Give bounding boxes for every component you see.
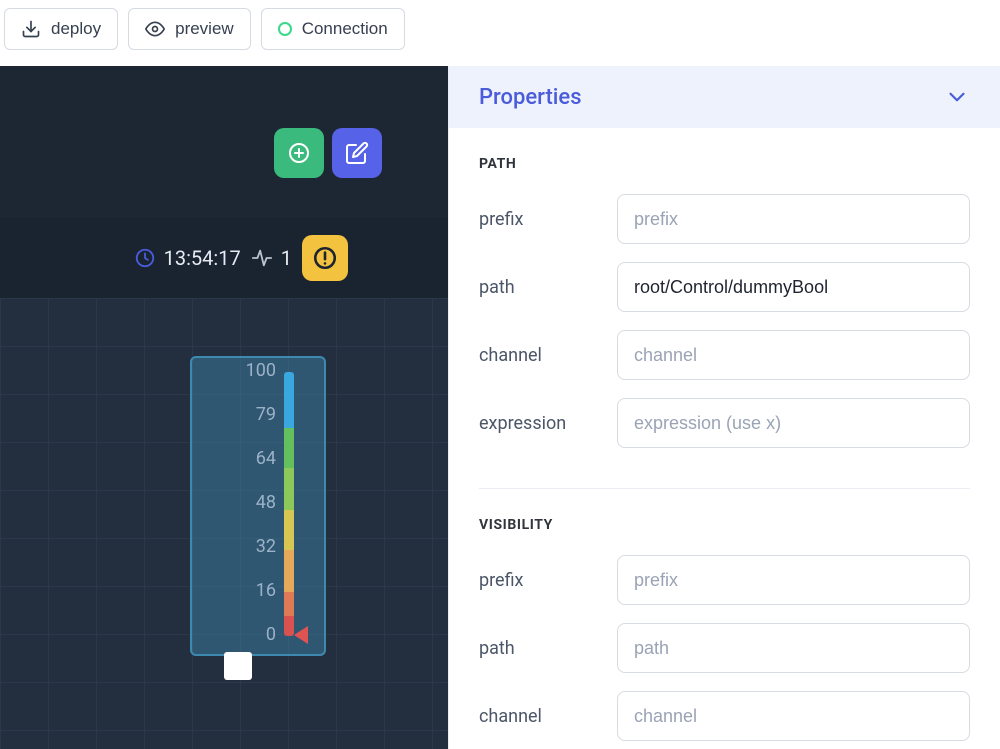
- warning-button[interactable]: [302, 235, 348, 281]
- edit-button[interactable]: [332, 128, 382, 178]
- clock-icon: [134, 247, 156, 269]
- section-visibility: VISIBILITY prefix path channel expressio…: [479, 488, 970, 749]
- gauge-segment: [284, 616, 294, 636]
- path-channel-label: channel: [479, 345, 599, 366]
- canvas-area: 13:54:17 1 100 79 64 48 32 16 0: [0, 66, 448, 749]
- section-visibility-title: VISIBILITY: [479, 517, 970, 533]
- path-prefix-label: prefix: [479, 209, 599, 230]
- properties-panel: Properties PATH prefix path channel: [448, 66, 1000, 749]
- status-bar: 13:54:17 1: [0, 218, 448, 298]
- gauge-segment: [284, 592, 294, 616]
- pulse-count: 1: [281, 246, 292, 270]
- properties-panel-header[interactable]: Properties: [449, 66, 1000, 128]
- path-path-input[interactable]: [617, 262, 970, 312]
- visibility-path-input[interactable]: [617, 623, 970, 673]
- gauge-segment: [284, 372, 294, 428]
- status-pulse: 1: [251, 246, 292, 270]
- deploy-label: deploy: [51, 19, 101, 39]
- gauge-tick: 0: [266, 624, 276, 645]
- path-expression-label: expression: [479, 413, 599, 434]
- download-icon: [21, 19, 41, 39]
- resize-handle[interactable]: [224, 652, 252, 680]
- properties-panel-body: PATH prefix path channel expression: [449, 128, 1000, 749]
- section-path-title: PATH: [479, 156, 970, 172]
- path-path-label: path: [479, 277, 599, 298]
- gauge-color-strip: [284, 372, 294, 636]
- gauge-pointer-icon: [294, 626, 308, 644]
- gauge-scale: 10079644832160: [200, 370, 316, 650]
- gauge-tick: 100: [246, 360, 276, 381]
- path-prefix-input[interactable]: [617, 194, 970, 244]
- visibility-channel-input[interactable]: [617, 691, 970, 741]
- visibility-prefix-label: prefix: [479, 570, 599, 591]
- activity-icon: [251, 247, 273, 269]
- eye-icon: [145, 19, 165, 39]
- visibility-channel-label: channel: [479, 706, 599, 727]
- edit-icon: [345, 141, 369, 165]
- path-channel-input[interactable]: [617, 330, 970, 380]
- plus-circle-icon: [287, 141, 311, 165]
- add-button[interactable]: [274, 128, 324, 178]
- gauge-segment: [284, 428, 294, 468]
- properties-title: Properties: [479, 85, 582, 110]
- alert-circle-icon: [312, 245, 338, 271]
- gauge-tick: 16: [256, 580, 276, 601]
- time-value: 13:54:17: [164, 246, 241, 270]
- top-toolbar: deploy preview Connection: [0, 0, 1000, 66]
- gauge-widget[interactable]: 100 79 64 48 32 16 0: [190, 356, 326, 656]
- gauge-tick: 64: [256, 448, 276, 469]
- status-time: 13:54:17: [134, 246, 241, 270]
- gauge-segment: [284, 550, 294, 592]
- preview-label: preview: [175, 19, 234, 39]
- deploy-button[interactable]: deploy: [4, 8, 118, 50]
- path-expression-input[interactable]: [617, 398, 970, 448]
- gauge-tick: 79: [256, 404, 276, 425]
- connection-button[interactable]: Connection: [261, 8, 405, 50]
- connection-label: Connection: [302, 19, 388, 39]
- connection-status-dot-icon: [278, 22, 292, 36]
- gauge-segment: [284, 468, 294, 510]
- canvas-toolbar: [274, 128, 382, 178]
- section-path: PATH prefix path channel expression: [479, 156, 970, 488]
- gauge-tick: 48: [256, 492, 276, 513]
- chevron-down-icon: [944, 84, 970, 110]
- visibility-prefix-input[interactable]: [617, 555, 970, 605]
- preview-button[interactable]: preview: [128, 8, 251, 50]
- gauge-segment: [284, 510, 294, 550]
- gauge-tick: 32: [256, 536, 276, 557]
- visibility-path-label: path: [479, 638, 599, 659]
